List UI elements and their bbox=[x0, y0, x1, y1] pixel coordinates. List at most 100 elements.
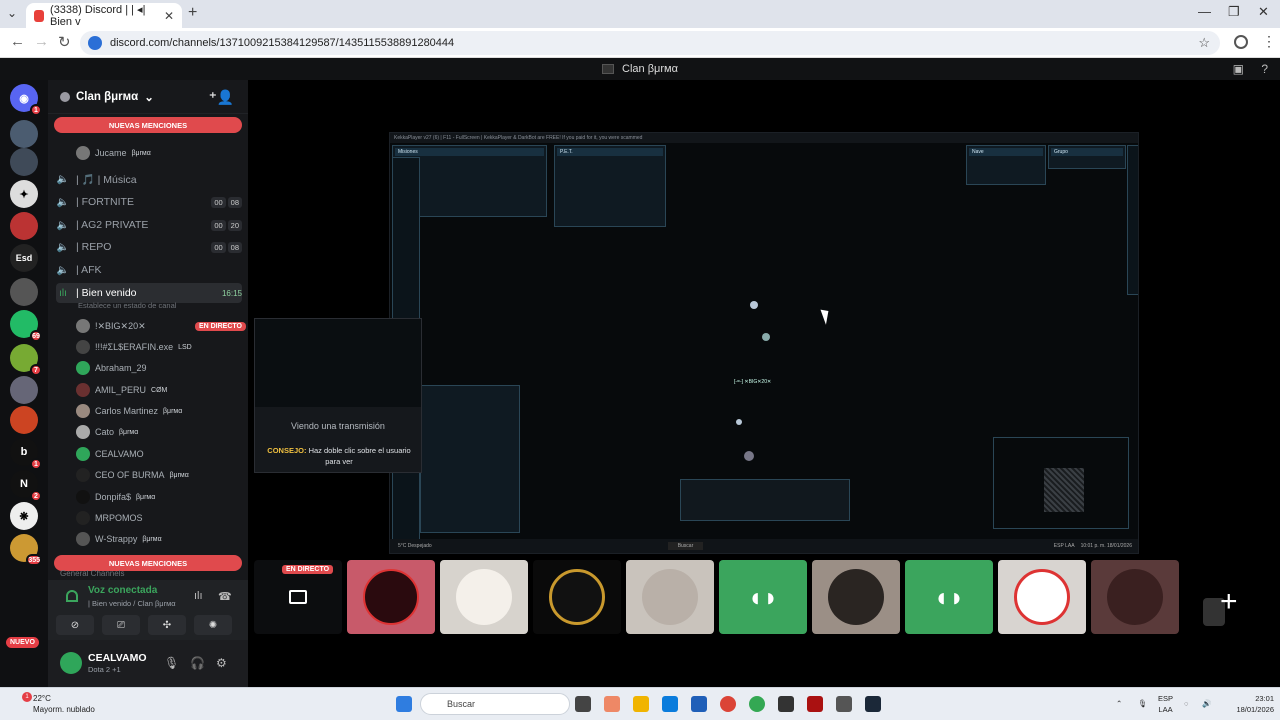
terminal-icon[interactable] bbox=[778, 696, 794, 712]
disconnect-icon[interactable]: ☎ bbox=[218, 590, 232, 603]
participant-tile[interactable] bbox=[440, 560, 528, 634]
participant-tile[interactable] bbox=[812, 560, 900, 634]
help-icon[interactable]: ? bbox=[1261, 62, 1268, 76]
channel-status-hint[interactable]: Establece un estado de canal bbox=[78, 301, 176, 310]
camera-off-button[interactable]: ⊘ bbox=[56, 615, 94, 635]
new-tab-icon[interactable]: + bbox=[188, 4, 197, 22]
voice-user[interactable]: Cato βμrмα bbox=[76, 422, 246, 442]
file-explorer-icon[interactable] bbox=[633, 696, 649, 712]
server-icon-esd[interactable]: Esd bbox=[10, 244, 38, 272]
server-icon-3[interactable]: ✦ bbox=[10, 180, 38, 208]
channel-repo[interactable]: 🔈 | REPO 00 08 bbox=[56, 237, 242, 257]
invite-people-icon[interactable]: ⁺👤 bbox=[209, 89, 234, 106]
voice-user[interactable]: Carlos Martinez βμrмα bbox=[76, 401, 246, 421]
voice-user[interactable]: CEALVAMO bbox=[76, 444, 246, 464]
participant-tile[interactable] bbox=[1091, 560, 1179, 634]
restore-icon[interactable]: ❐ bbox=[1228, 4, 1240, 20]
participant-tile[interactable] bbox=[533, 560, 621, 634]
tray-chevron-icon[interactable]: ⌃ bbox=[1116, 698, 1122, 709]
server-icon-7[interactable]: 69 bbox=[10, 310, 42, 342]
mic-tray-icon[interactable]: 🎙 bbox=[1138, 698, 1148, 709]
user-name[interactable]: CEALVAMO bbox=[88, 652, 147, 664]
voice-user[interactable]: AMIL_PERU CØM bbox=[76, 380, 246, 400]
site-info-icon[interactable] bbox=[88, 36, 102, 50]
weather-widget[interactable]: 22°C Mayorm. nublado bbox=[33, 693, 95, 715]
task-view-icon[interactable] bbox=[575, 696, 591, 712]
stream-video[interactable]: KekkaPlayer v27 (6) | F11 - FullScreen |… bbox=[389, 132, 1139, 554]
server-icon-n[interactable]: N2 bbox=[10, 470, 42, 502]
dota-icon[interactable] bbox=[807, 696, 823, 712]
close-tab-icon[interactable]: ✕ bbox=[164, 9, 174, 23]
chrome-profile-icon[interactable] bbox=[749, 696, 765, 712]
minimize-icon[interactable]: — bbox=[1198, 4, 1211, 19]
server-icon-2[interactable] bbox=[10, 148, 38, 176]
new-mentions-top[interactable]: NUEVAS MENCIONES bbox=[54, 117, 242, 133]
inbox-icon[interactable]: ▣ bbox=[1233, 62, 1244, 76]
store-icon[interactable] bbox=[691, 696, 707, 712]
taskbar-search[interactable]: Buscar bbox=[420, 693, 570, 715]
voice-user[interactable]: Abraham_29 bbox=[76, 358, 246, 378]
discord-home-icon[interactable]: ◉ 1 bbox=[10, 84, 42, 116]
microphone-icon[interactable]: 🎙 bbox=[164, 656, 179, 670]
server-icon-paw[interactable]: ❋ bbox=[10, 502, 38, 530]
channel-afk[interactable]: 🔈 | AFK bbox=[56, 260, 242, 280]
add-participant-icon[interactable]: + bbox=[1220, 585, 1238, 619]
server-icon-b[interactable]: b1 bbox=[10, 438, 42, 470]
voice-user[interactable]: !!!#ΣL$ERAFIN.exe LSD bbox=[76, 337, 246, 357]
start-windows-icon[interactable] bbox=[396, 696, 412, 712]
category-general[interactable]: General Channels bbox=[60, 569, 124, 578]
address-input[interactable]: discord.com/channels/1371009215384129587… bbox=[80, 31, 1220, 55]
participant-tile[interactable] bbox=[347, 560, 435, 634]
voice-user[interactable]: !✕BIG✕20✕ EN DIRECTO bbox=[76, 316, 246, 336]
soundboard-button[interactable]: ✺ bbox=[194, 615, 232, 635]
server-icon-8[interactable]: 7 bbox=[10, 344, 42, 376]
server-icon-4[interactable] bbox=[10, 212, 38, 240]
activities-button[interactable]: ✣ bbox=[148, 615, 186, 635]
signal-icon[interactable] bbox=[66, 590, 78, 602]
profile-icon[interactable] bbox=[1234, 35, 1248, 49]
settings-gear-icon[interactable]: ⚙ bbox=[216, 656, 227, 670]
browser-tab[interactable]: (3338) Discord | | ◂| Bien v ✕ bbox=[26, 3, 182, 28]
voice-user-jucame[interactable]: Jucame βμrмα bbox=[76, 143, 246, 163]
channel-ag2-private[interactable]: 🔈 | AG2 PRIVATE 00 20 bbox=[56, 215, 242, 235]
participant-tile[interactable]: ◖◗ bbox=[719, 560, 807, 634]
channel-bien-venido[interactable]: ılı | Bien venido 16:15 bbox=[56, 283, 242, 303]
voice-user[interactable]: Donpifa$ βμrмα bbox=[76, 487, 246, 507]
menu-kebab-icon[interactable]: ⋮ bbox=[1262, 33, 1276, 50]
screen-share-button[interactable]: ⎚ bbox=[102, 615, 140, 635]
bookmark-star-icon[interactable]: ☆ bbox=[1198, 35, 1210, 51]
server-icon-9[interactable] bbox=[10, 376, 38, 404]
clock[interactable]: 23:01 18/01/2026 bbox=[1222, 693, 1274, 715]
voice-channel-path[interactable]: | Bien venido / Clan βμrмα bbox=[88, 599, 176, 608]
server-icon-10[interactable] bbox=[10, 406, 38, 434]
participant-tile-live[interactable]: EN DIRECTO bbox=[254, 560, 342, 634]
participant-tile[interactable] bbox=[998, 560, 1086, 634]
copilot-icon[interactable] bbox=[604, 696, 620, 712]
noise-suppression-icon[interactable]: ılı bbox=[194, 590, 203, 602]
steam-icon[interactable] bbox=[865, 696, 881, 712]
participant-tile[interactable] bbox=[626, 560, 714, 634]
server-icon-1[interactable] bbox=[10, 120, 38, 148]
headphones-icon[interactable]: 🎧 bbox=[190, 656, 205, 670]
guild-header[interactable]: Clan βμrмα ⌄ ⁺👤 bbox=[48, 80, 248, 114]
volume-icon[interactable]: 🔊 bbox=[1202, 698, 1211, 709]
reload-icon[interactable]: ↻ bbox=[58, 33, 71, 51]
user-avatar[interactable] bbox=[60, 652, 82, 674]
stream-preview-popup[interactable]: Viendo una transmisión CONSEJO: Haz dobl… bbox=[254, 318, 422, 473]
live-badge[interactable]: EN DIRECTO bbox=[194, 321, 246, 331]
tab-search-icon[interactable]: ⌄ bbox=[7, 6, 17, 20]
forward-icon[interactable]: → bbox=[34, 33, 49, 50]
voice-user[interactable]: W-Strappy βμrмα bbox=[76, 529, 246, 549]
channel-fortnite[interactable]: 🔈 | FORTNITE 00 08 bbox=[56, 192, 242, 212]
app-icon[interactable] bbox=[836, 696, 852, 712]
network-icon[interactable]: ◌ bbox=[1184, 698, 1188, 709]
channel-musica[interactable]: 🔈 | 🎵 | Música bbox=[56, 169, 242, 189]
voice-status[interactable]: Voz conectada bbox=[88, 585, 157, 596]
back-icon[interactable]: ← bbox=[10, 33, 25, 50]
server-icon-6[interactable] bbox=[10, 278, 38, 306]
nuevo-pill[interactable]: NUEVO bbox=[6, 637, 39, 648]
edge-icon[interactable] bbox=[662, 696, 678, 712]
participant-tile[interactable]: ◖◗ bbox=[905, 560, 993, 634]
input-language[interactable]: ESP LAA bbox=[1158, 693, 1173, 715]
chrome-icon[interactable] bbox=[720, 696, 736, 712]
